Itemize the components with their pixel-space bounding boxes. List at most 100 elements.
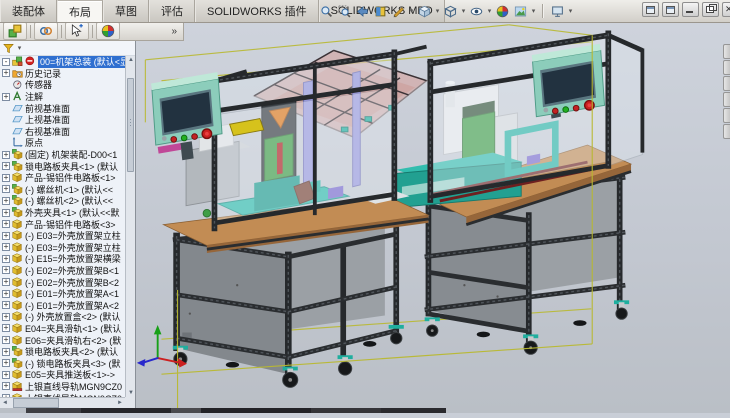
doc-window-button[interactable] <box>662 2 679 17</box>
close-partial-button[interactable]: ✕ <box>722 2 730 17</box>
tree-item[interactable]: +锁电路板夹具<1> (默认 <box>0 160 125 172</box>
tree-item[interactable]: +产品-锡铝件电路板<3> <box>0 218 125 230</box>
expand-toggle-icon[interactable]: - <box>2 58 10 66</box>
tree-item[interactable]: +上视基准面 <box>0 114 125 126</box>
hide-show-items-icon[interactable] <box>468 3 485 19</box>
expand-toggle-icon[interactable]: + <box>2 69 10 77</box>
sketch-visibility-dropdown-caret[interactable]: ▾ <box>408 7 415 15</box>
task-pane-tab-5[interactable] <box>723 124 730 139</box>
tree-item[interactable]: +上银直线导轨MGN9CZ0 <box>0 381 125 393</box>
tree-item[interactable]: +E06=夹具滑轨右<2> (默 <box>0 334 125 346</box>
tree-item[interactable]: +(-) E15=外壳放置架横梁 <box>0 253 125 265</box>
move-component-icon[interactable] <box>65 22 89 40</box>
expand-toggle-icon[interactable]: + <box>2 371 10 379</box>
scroll-right-arrow[interactable]: ► <box>115 398 125 408</box>
task-pane-tab-2[interactable] <box>723 76 730 91</box>
minimize-button[interactable] <box>682 2 699 17</box>
section-view-icon[interactable] <box>372 3 389 19</box>
apply-scene-icon[interactable] <box>512 3 529 19</box>
expand-toggle-icon[interactable]: + <box>2 151 10 159</box>
expand-toggle-icon[interactable]: + <box>2 266 10 274</box>
view-settings-icon[interactable] <box>549 3 566 19</box>
tree-item[interactable]: +E05=夹具推送板<1>-> <box>0 369 125 381</box>
scroll-left-arrow[interactable]: ◄ <box>0 398 10 408</box>
doc-window-button[interactable] <box>642 2 659 17</box>
hide-show-items-dropdown-caret[interactable]: ▾ <box>486 7 493 15</box>
scroll-up-arrow[interactable]: ▲ <box>127 56 135 64</box>
expand-toggle-icon[interactable]: + <box>2 232 10 240</box>
tree-item[interactable]: +锁电路板夹具<2> (默认 <box>0 346 125 358</box>
tree-item[interactable]: +(-) E02=外壳放置架B<1 <box>0 265 125 277</box>
tree-item[interactable]: +E04=夹具滑轨<1> (默认 <box>0 323 125 335</box>
expand-toggle-icon[interactable]: + <box>2 336 10 344</box>
tree-item[interactable]: +传感器 <box>0 79 125 91</box>
filter-dropdown-caret[interactable]: ▾ <box>16 44 23 52</box>
sketch-visibility-icon[interactable] <box>390 3 407 19</box>
command-tab-0[interactable]: 装配体 <box>0 0 57 22</box>
command-tab-2[interactable]: 草图 <box>103 0 149 22</box>
edit-appearance-icon[interactable] <box>96 22 120 40</box>
view-orientation-dropdown-caret[interactable]: ▾ <box>434 7 441 15</box>
tree-item[interactable]: +(-) E02=外壳放置架B<2 <box>0 276 125 288</box>
previous-view-icon[interactable] <box>354 3 371 19</box>
task-pane-tab-0[interactable] <box>723 44 730 59</box>
view-orientation-icon[interactable] <box>416 3 433 19</box>
edit-appearance-icon[interactable] <box>494 3 511 19</box>
expand-toggle-icon[interactable]: + <box>2 220 10 228</box>
expand-toggle-icon[interactable]: + <box>2 243 10 251</box>
tree-item[interactable]: +原点 <box>0 137 125 149</box>
expand-toggle-icon[interactable]: + <box>2 301 10 309</box>
restore-button[interactable] <box>702 2 719 17</box>
command-tab-4[interactable]: SOLIDWORKS 插件 <box>195 0 319 22</box>
task-pane-tab-1[interactable] <box>723 60 730 75</box>
tree-item[interactable]: +(-) 螺丝机<1> (默认<< <box>0 184 125 196</box>
expand-toggle-icon[interactable]: + <box>2 185 10 193</box>
expand-toggle-icon[interactable]: + <box>2 162 10 170</box>
expand-toggle-icon[interactable]: + <box>2 348 10 356</box>
tree-item[interactable]: +(-) E01=外壳放置架A<2 <box>0 299 125 311</box>
tree-item[interactable]: +注解 <box>0 91 125 103</box>
tree-item[interactable]: +右视基准面 <box>0 126 125 138</box>
tree-vertical-scrollbar[interactable]: ▲ ▼ <box>125 56 135 397</box>
tree-item[interactable]: +(-) 锁电路板夹具<3> (默 <box>0 357 125 369</box>
tree-item[interactable]: +产品-锡铝件电路板<1> <box>0 172 125 184</box>
expand-toggle-icon[interactable]: + <box>2 255 10 263</box>
expand-toggle-icon[interactable]: + <box>2 359 10 367</box>
mate-icon[interactable] <box>34 22 58 40</box>
tree-item[interactable]: +历史记录 <box>0 68 125 80</box>
tree-item[interactable]: +(-) E01=外壳放置架A<1 <box>0 288 125 300</box>
tree-item[interactable]: +(-) 外壳放置盒<2> (默认 <box>0 311 125 323</box>
zoom-fit-icon[interactable] <box>318 3 335 19</box>
command-tab-3[interactable]: 评估 <box>149 0 195 22</box>
expand-toggle-icon[interactable]: + <box>2 290 10 298</box>
expand-toggle-icon[interactable]: + <box>2 313 10 321</box>
scroll-thumb[interactable] <box>127 78 134 172</box>
insert-component-icon[interactable] <box>3 22 27 40</box>
tree-item[interactable]: +前视基准面 <box>0 102 125 114</box>
tree-item[interactable]: +(-) E03=外壳放置架立柱 <box>0 242 125 254</box>
scroll-down-arrow[interactable]: ▼ <box>127 389 135 397</box>
expand-toggle-icon[interactable]: + <box>2 174 10 182</box>
expand-toggle-icon[interactable]: + <box>2 93 10 101</box>
filter-funnel-icon[interactable] <box>3 43 14 54</box>
display-style-icon[interactable] <box>442 3 459 19</box>
zoom-area-icon[interactable] <box>336 3 353 19</box>
tree-item[interactable]: +外壳夹具<1> (默认<<默 <box>0 207 125 219</box>
command-tab-1[interactable]: 布局 <box>57 0 103 22</box>
tree-item[interactable]: +(固定) 机架装配-D00<1 <box>0 149 125 161</box>
scroll-thumb-horizontal[interactable] <box>13 398 59 408</box>
expand-toggle-icon[interactable]: + <box>2 382 10 390</box>
tree-item[interactable]: -00=机架总装 (默认<显 <box>0 56 125 68</box>
toolbar-overflow-button[interactable]: » <box>171 26 177 37</box>
tree-item[interactable]: +(-) E03=外壳放置架立柱 <box>0 230 125 242</box>
task-pane-tab-4[interactable] <box>723 108 730 123</box>
task-pane-tab-3[interactable] <box>723 92 730 107</box>
expand-toggle-icon[interactable]: + <box>2 324 10 332</box>
view-settings-dropdown-caret[interactable]: ▾ <box>567 7 574 15</box>
apply-scene-dropdown-caret[interactable]: ▾ <box>530 7 537 15</box>
expand-toggle-icon[interactable]: + <box>2 209 10 217</box>
expand-toggle-icon[interactable]: + <box>2 197 10 205</box>
tree-horizontal-scrollbar[interactable]: ◄ ► <box>0 397 125 408</box>
tree-item[interactable]: +(-) 螺丝机<2> (默认<< <box>0 195 125 207</box>
display-style-dropdown-caret[interactable]: ▾ <box>460 7 467 15</box>
